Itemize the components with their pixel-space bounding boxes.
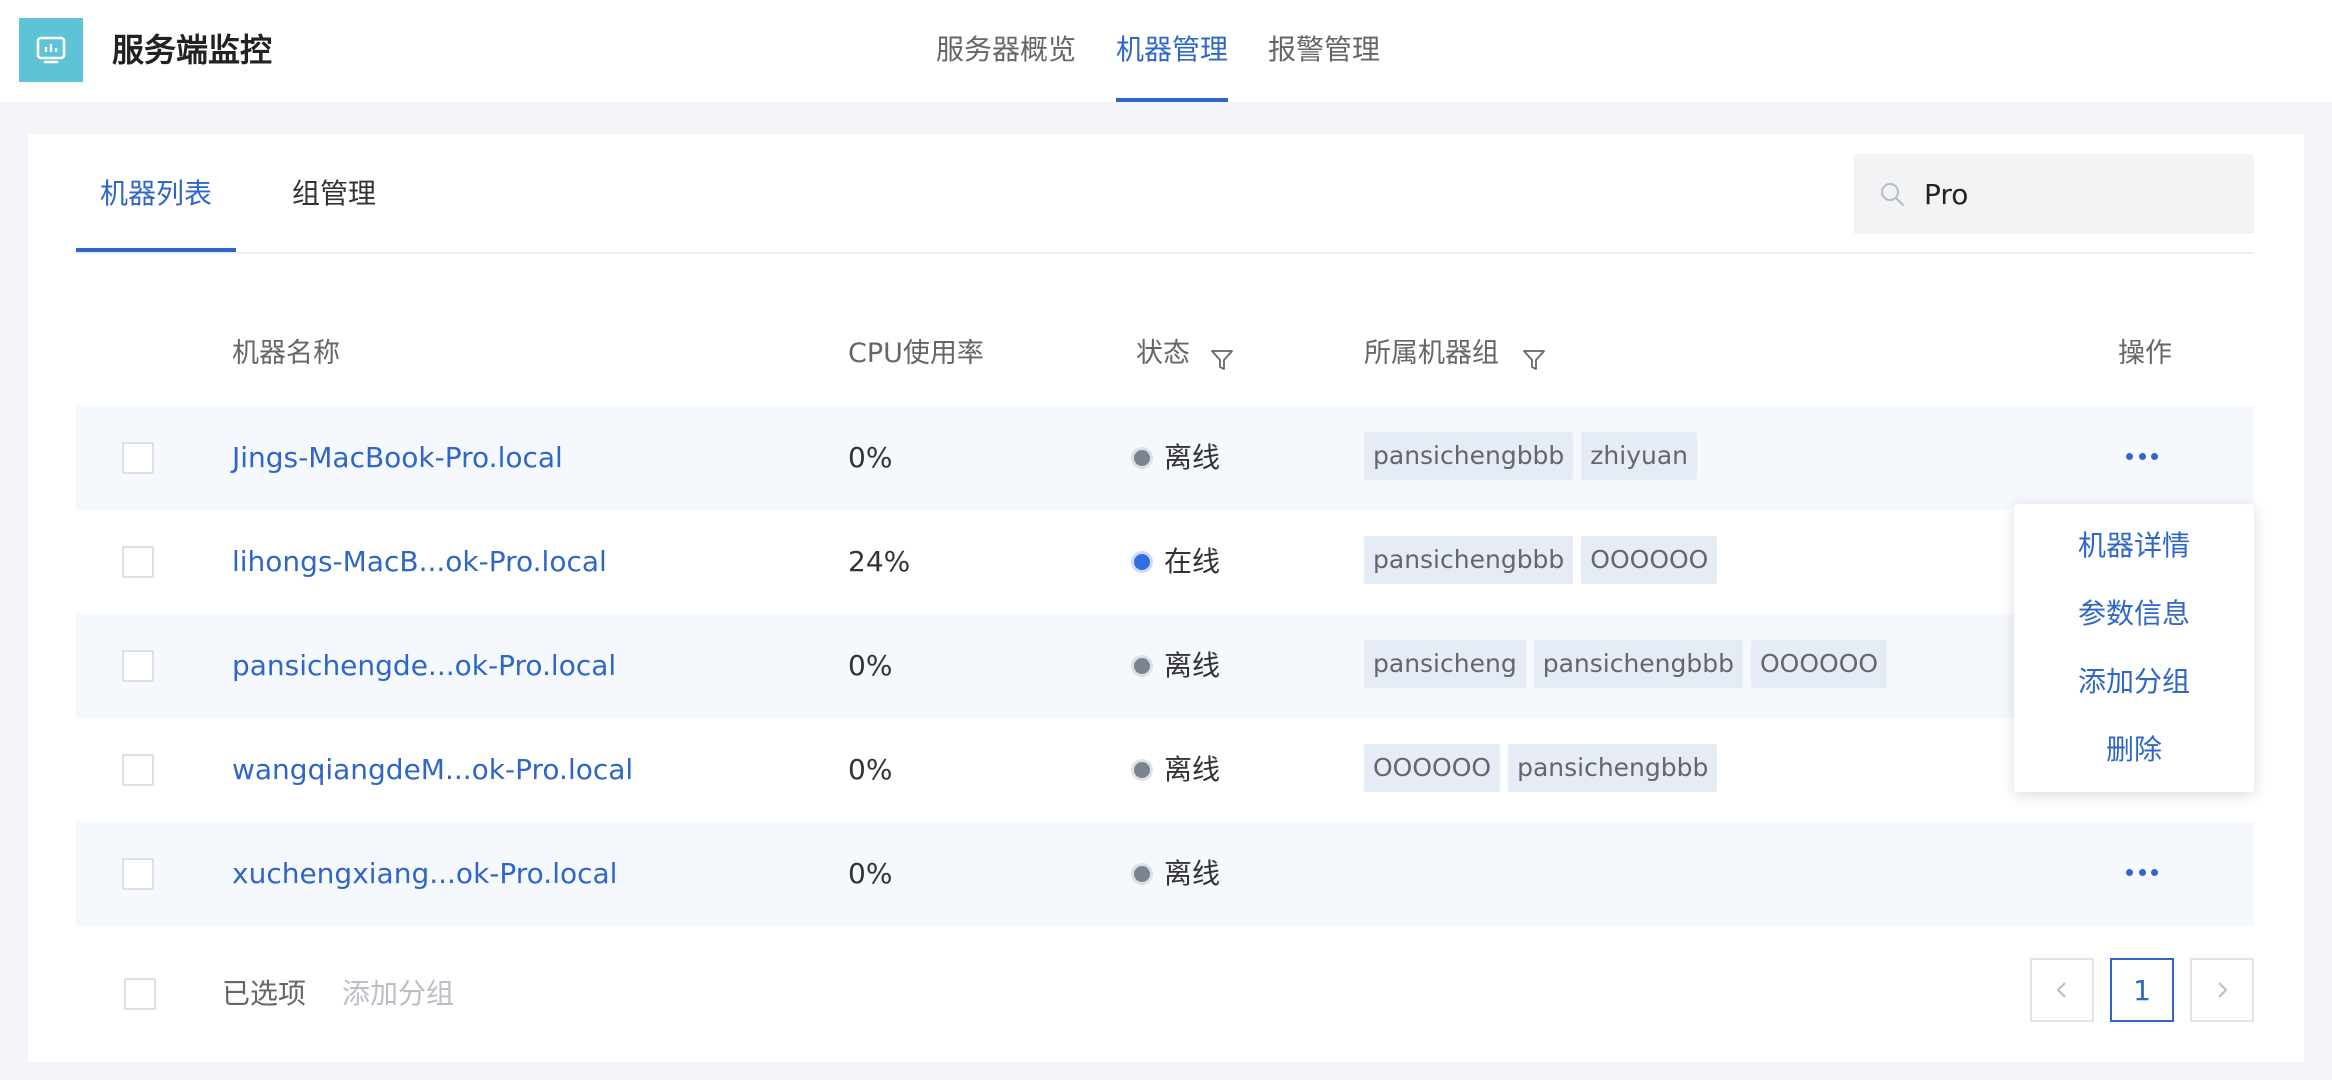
- search-input[interactable]: [1924, 170, 2234, 218]
- status: 离线: [1134, 642, 1220, 690]
- machine-name-link[interactable]: xuchengxiang...ok-Pro.local: [232, 850, 617, 898]
- tab-group-management[interactable]: 组管理: [292, 170, 376, 218]
- more-icon[interactable]: [2118, 436, 2166, 476]
- row-action-menu: 机器详情 参数信息 添加分组 删除: [2014, 504, 2254, 792]
- cpu-usage: 0%: [848, 441, 893, 474]
- cpu-usage: 0%: [848, 857, 893, 890]
- group-tags: OOOOOO pansichengbbb: [1364, 744, 1725, 792]
- more-icon[interactable]: [2118, 852, 2166, 892]
- status: 离线: [1134, 850, 1220, 898]
- group-tag: OOOOOO: [1364, 744, 1501, 792]
- offline-dot-icon: [1134, 658, 1150, 674]
- status-text: 离线: [1164, 441, 1221, 474]
- chevron-left-icon: [2056, 982, 2066, 998]
- group-tag: pansichengbbb: [1533, 640, 1743, 688]
- search-icon: [1881, 183, 1904, 206]
- cpu-usage: 0%: [848, 753, 893, 786]
- search-box[interactable]: [1854, 154, 2254, 234]
- group-tags: pansichengbbb zhiyuan: [1364, 432, 1705, 480]
- table-row: wangqiangdeM...ok-Pro.local 0% 离线 OOOOOO…: [76, 718, 2254, 822]
- monitor-icon: [19, 18, 83, 82]
- machine-name-link[interactable]: Jings-MacBook-Pro.local: [232, 434, 563, 482]
- status: 离线: [1134, 746, 1220, 794]
- top-bar: 服务端监控 服务器概览 机器管理 报警管理: [0, 0, 2332, 102]
- app-title: 服务端监控: [112, 31, 273, 69]
- online-dot-icon: [1134, 554, 1150, 570]
- column-header-actions: 操作: [2118, 338, 2172, 369]
- group-tag: OOOOOO: [1581, 536, 1718, 584]
- status-text: 离线: [1164, 649, 1221, 682]
- offline-dot-icon: [1134, 866, 1150, 882]
- row-checkbox[interactable]: [122, 442, 154, 474]
- table-row: xuchengxiang...ok-Pro.local 0% 离线: [76, 822, 2254, 926]
- bulk-add-group-button[interactable]: 添加分组: [342, 970, 454, 1018]
- machine-name-link[interactable]: wangqiangdeM...ok-Pro.local: [232, 746, 633, 794]
- nav-server-overview[interactable]: 服务器概览: [936, 26, 1076, 74]
- machine-name-link[interactable]: pansichengde...ok-Pro.local: [232, 642, 616, 690]
- nav-active-indicator: [1116, 98, 1228, 102]
- group-tag: pansichengbbb: [1364, 432, 1574, 480]
- nav-machine-management[interactable]: 机器管理: [1116, 26, 1228, 74]
- group-tag: OOOOOO: [1751, 640, 1888, 688]
- prev-page-button[interactable]: [2030, 958, 2094, 1022]
- column-header-machine-group: 所属机器组: [1364, 338, 1499, 369]
- column-header-cpu: CPU使用率: [848, 338, 984, 369]
- select-all-checkbox[interactable]: [124, 978, 156, 1010]
- selected-label: 已选项: [222, 977, 307, 1010]
- row-checkbox[interactable]: [122, 546, 154, 578]
- row-checkbox[interactable]: [122, 754, 154, 786]
- menu-item-parameter-info[interactable]: 参数信息: [2014, 590, 2254, 638]
- group-tags: pansicheng pansichengbbb OOOOOO: [1364, 640, 1895, 688]
- table-row: pansichengde...ok-Pro.local 0% 离线 pansic…: [76, 614, 2254, 718]
- chevron-right-icon: [2218, 982, 2228, 998]
- cpu-usage: 0%: [848, 649, 893, 682]
- filter-icon[interactable]: [1522, 348, 1546, 372]
- offline-dot-icon: [1134, 450, 1150, 466]
- offline-dot-icon: [1134, 762, 1150, 778]
- status-text: 离线: [1164, 753, 1221, 786]
- column-header-status: 状态: [1136, 338, 1190, 369]
- group-tag: pansichengbbb: [1364, 536, 1574, 584]
- column-header-machine-name: 机器名称: [232, 338, 340, 369]
- group-tag: zhiyuan: [1581, 432, 1698, 480]
- tab-machine-list[interactable]: 机器列表: [100, 170, 212, 218]
- menu-item-machine-details[interactable]: 机器详情: [2014, 522, 2254, 570]
- status-text: 离线: [1164, 857, 1221, 890]
- table-row: Jings-MacBook-Pro.local 0% 离线 pansicheng…: [76, 406, 2254, 510]
- cpu-usage: 24%: [848, 545, 911, 578]
- table-row: lihongs-MacB...ok-Pro.local 24% 在线 pansi…: [76, 510, 2254, 614]
- row-checkbox[interactable]: [122, 858, 154, 890]
- menu-item-add-group[interactable]: 添加分组: [2014, 658, 2254, 706]
- menu-item-delete[interactable]: 删除: [2014, 726, 2254, 774]
- group-tag: pansichengbbb: [1508, 744, 1718, 792]
- status: 离线: [1134, 434, 1220, 482]
- page-number-button[interactable]: 1: [2110, 958, 2174, 1022]
- status: 在线: [1134, 538, 1220, 586]
- next-page-button[interactable]: [2190, 958, 2254, 1022]
- nav-alarm-management[interactable]: 报警管理: [1268, 26, 1380, 74]
- status-text: 在线: [1164, 545, 1221, 578]
- group-tags: pansichengbbb OOOOOO: [1364, 536, 1725, 584]
- filter-icon[interactable]: [1210, 348, 1234, 372]
- machine-name-link[interactable]: lihongs-MacB...ok-Pro.local: [232, 538, 607, 586]
- tab-divider: [76, 252, 2254, 254]
- row-checkbox[interactable]: [122, 650, 154, 682]
- group-tag: pansicheng: [1364, 640, 1526, 688]
